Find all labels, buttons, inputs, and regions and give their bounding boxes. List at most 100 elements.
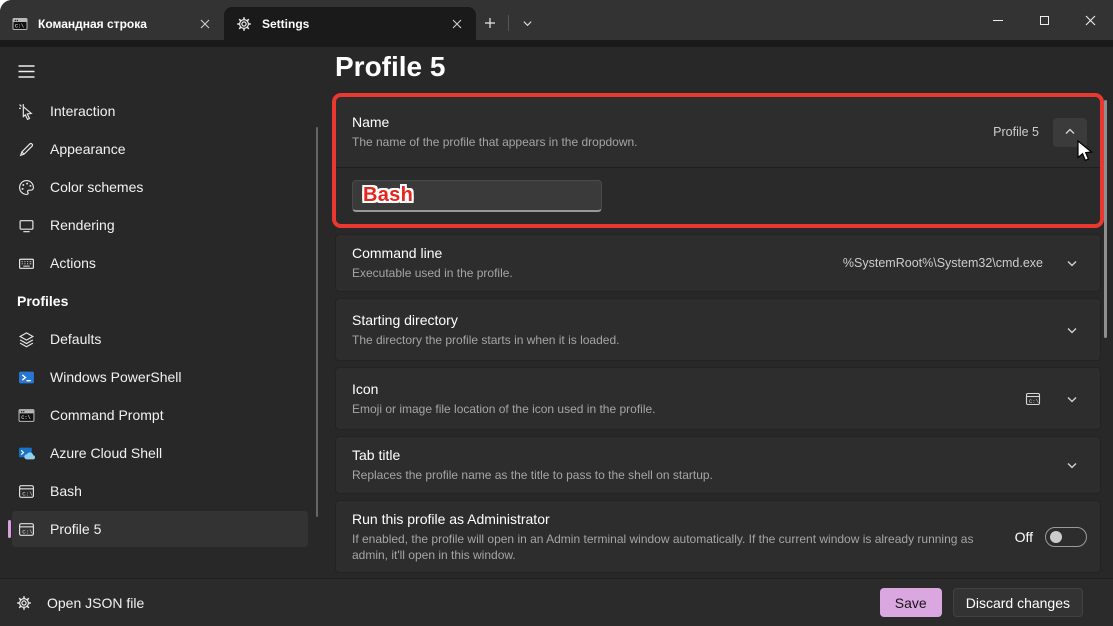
- sidebar-item-appearance[interactable]: Appearance: [12, 131, 308, 167]
- setting-value: %SystemRoot%\System32\cmd.exe: [843, 256, 1043, 270]
- sidebar-item-color-schemes[interactable]: Color schemes: [12, 169, 308, 205]
- close-icon: [1085, 15, 1096, 26]
- sidebar-item-label: Profile 5: [50, 521, 101, 537]
- sidebar-item-actions[interactable]: Actions: [12, 245, 308, 281]
- tab-close-icon[interactable]: [196, 15, 214, 33]
- plus-icon: [484, 17, 496, 29]
- open-json-file-button[interactable]: Open JSON file: [16, 595, 144, 611]
- name-expander-collapse-button[interactable]: [1053, 118, 1087, 147]
- row-icon[interactable]: Icon Emoji or image file location of the…: [335, 367, 1101, 430]
- minimize-icon: [993, 20, 1003, 21]
- setting-title: Name: [352, 114, 993, 130]
- tab-label: Командная строка: [38, 17, 186, 31]
- tabstrip-edge: [0, 40, 1113, 47]
- sidebar-item-windows-powershell[interactable]: Windows PowerShell: [12, 359, 308, 395]
- terminal-outline-icon: C:\: [17, 521, 35, 538]
- maximize-button[interactable]: [1021, 0, 1067, 40]
- titlebar-separator: [508, 15, 509, 31]
- svg-text:C:\: C:\: [22, 490, 33, 497]
- setting-description: Emoji or image file location of the icon…: [352, 401, 1025, 417]
- profiles-section-header: Profiles: [12, 283, 308, 319]
- keyboard-icon: [17, 255, 35, 272]
- sidebar-item-label: Azure Cloud Shell: [50, 445, 162, 461]
- sidebar-item-label: Appearance: [50, 141, 126, 157]
- chevron-down-icon: [522, 18, 533, 29]
- row-starting-directory[interactable]: Starting directory The directory the pro…: [335, 298, 1101, 361]
- sidebar-item-command-prompt[interactable]: C:\ Command Prompt: [12, 397, 308, 433]
- row-command-line[interactable]: Command line Executable used in the prof…: [335, 234, 1101, 292]
- page-title: Profile 5: [335, 50, 1101, 84]
- close-button[interactable]: [1067, 0, 1113, 40]
- setting-title: Command line: [352, 245, 843, 261]
- sidebar-item-label: Bash: [50, 483, 82, 499]
- footer-bar: Open JSON file Save Discard changes: [0, 578, 1113, 626]
- sidebar-item-interaction[interactable]: Interaction: [12, 93, 308, 129]
- svg-text:C:\: C:\: [21, 415, 31, 421]
- sidebar-scrollbar[interactable]: [316, 127, 318, 517]
- chevron-up-icon: [1064, 126, 1076, 138]
- setting-description: The name of the profile that appears in …: [352, 134, 993, 150]
- discard-changes-button[interactable]: Discard changes: [953, 588, 1083, 617]
- sidebar-item-rendering[interactable]: Rendering: [12, 207, 308, 243]
- titlebar: C:\ Командная строка Settings: [0, 0, 1113, 40]
- sidebar-item-bash[interactable]: C:\ Bash: [12, 473, 308, 509]
- terminal-outline-icon: C:\: [17, 483, 35, 500]
- settings-main-panel: Profile 5 Name The name of the profile t…: [320, 47, 1113, 578]
- sidebar-item-label: Actions: [50, 255, 96, 271]
- open-json-label: Open JSON file: [47, 595, 144, 611]
- sidebar-item-azure-cloud-shell[interactable]: Azure Cloud Shell: [12, 435, 308, 471]
- tab-label: Settings: [262, 17, 438, 31]
- app-window: C:\ Командная строка Settings: [0, 0, 1113, 626]
- setting-title: Starting directory: [352, 312, 1057, 328]
- maximize-icon: [1040, 16, 1049, 25]
- interaction-icon: [17, 103, 35, 120]
- name-expander-body: Bash: [336, 168, 1100, 224]
- chevron-down-icon[interactable]: [1057, 257, 1087, 269]
- sidebar-item-label: Command Prompt: [50, 407, 164, 423]
- sidebar-item-label: Color schemes: [50, 179, 143, 195]
- name-expander-header[interactable]: Name The name of the profile that appear…: [336, 97, 1100, 168]
- setting-description: The directory the profile starts in when…: [352, 332, 1057, 348]
- monitor-icon: [17, 217, 35, 234]
- hamburger-icon: [18, 65, 35, 78]
- svg-text:C:\: C:\: [1029, 397, 1039, 404]
- tab-close-icon[interactable]: [448, 15, 466, 33]
- palette-icon: [17, 179, 35, 196]
- new-tab-button[interactable]: [476, 9, 504, 37]
- main-scrollbar[interactable]: [1104, 100, 1107, 338]
- svg-text:C:\: C:\: [22, 528, 33, 535]
- tab-command-prompt[interactable]: C:\ Командная строка: [0, 7, 224, 40]
- minimize-button[interactable]: [975, 0, 1021, 40]
- layers-icon: [17, 331, 35, 348]
- powershell-icon: [17, 369, 35, 386]
- settings-sidebar: Interaction Appearance Color schemes Ren…: [0, 47, 320, 578]
- paintbrush-icon: [17, 141, 35, 158]
- toggle-state-label: Off: [1015, 529, 1033, 545]
- setting-title: Run this profile as Administrator: [352, 511, 1015, 527]
- sidebar-item-label: Windows PowerShell: [50, 369, 182, 385]
- tab-settings[interactable]: Settings: [224, 7, 476, 40]
- cmd-window-icon: C:\: [12, 16, 28, 32]
- row-tab-title[interactable]: Tab title Replaces the profile name as t…: [335, 436, 1101, 494]
- sidebar-item-label: Rendering: [50, 217, 115, 233]
- setting-title: Icon: [352, 381, 1025, 397]
- toggle-knob: [1050, 531, 1062, 543]
- svg-text:C:\: C:\: [15, 23, 24, 29]
- azure-cloud-shell-icon: [17, 445, 35, 462]
- chevron-down-icon[interactable]: [1057, 393, 1087, 405]
- annotation-highlight-box: Name The name of the profile that appear…: [332, 93, 1104, 228]
- sidebar-item-profile-5[interactable]: C:\ Profile 5: [12, 511, 308, 547]
- setting-description: Replaces the profile name as the title t…: [352, 467, 1057, 483]
- save-button[interactable]: Save: [880, 588, 942, 617]
- setting-value: Profile 5: [993, 125, 1039, 139]
- chevron-down-icon[interactable]: [1057, 459, 1087, 471]
- tab-dropdown-button[interactable]: [513, 9, 541, 37]
- hamburger-menu-button[interactable]: [14, 61, 39, 82]
- admin-toggle-switch[interactable]: [1045, 527, 1087, 547]
- name-input[interactable]: Bash: [352, 180, 602, 212]
- name-input-value: Bash: [363, 184, 413, 207]
- sidebar-item-defaults[interactable]: Defaults: [12, 321, 308, 357]
- chevron-down-icon[interactable]: [1057, 324, 1087, 336]
- gear-icon: [16, 595, 32, 611]
- setting-description: If enabled, the profile will open in an …: [352, 531, 984, 563]
